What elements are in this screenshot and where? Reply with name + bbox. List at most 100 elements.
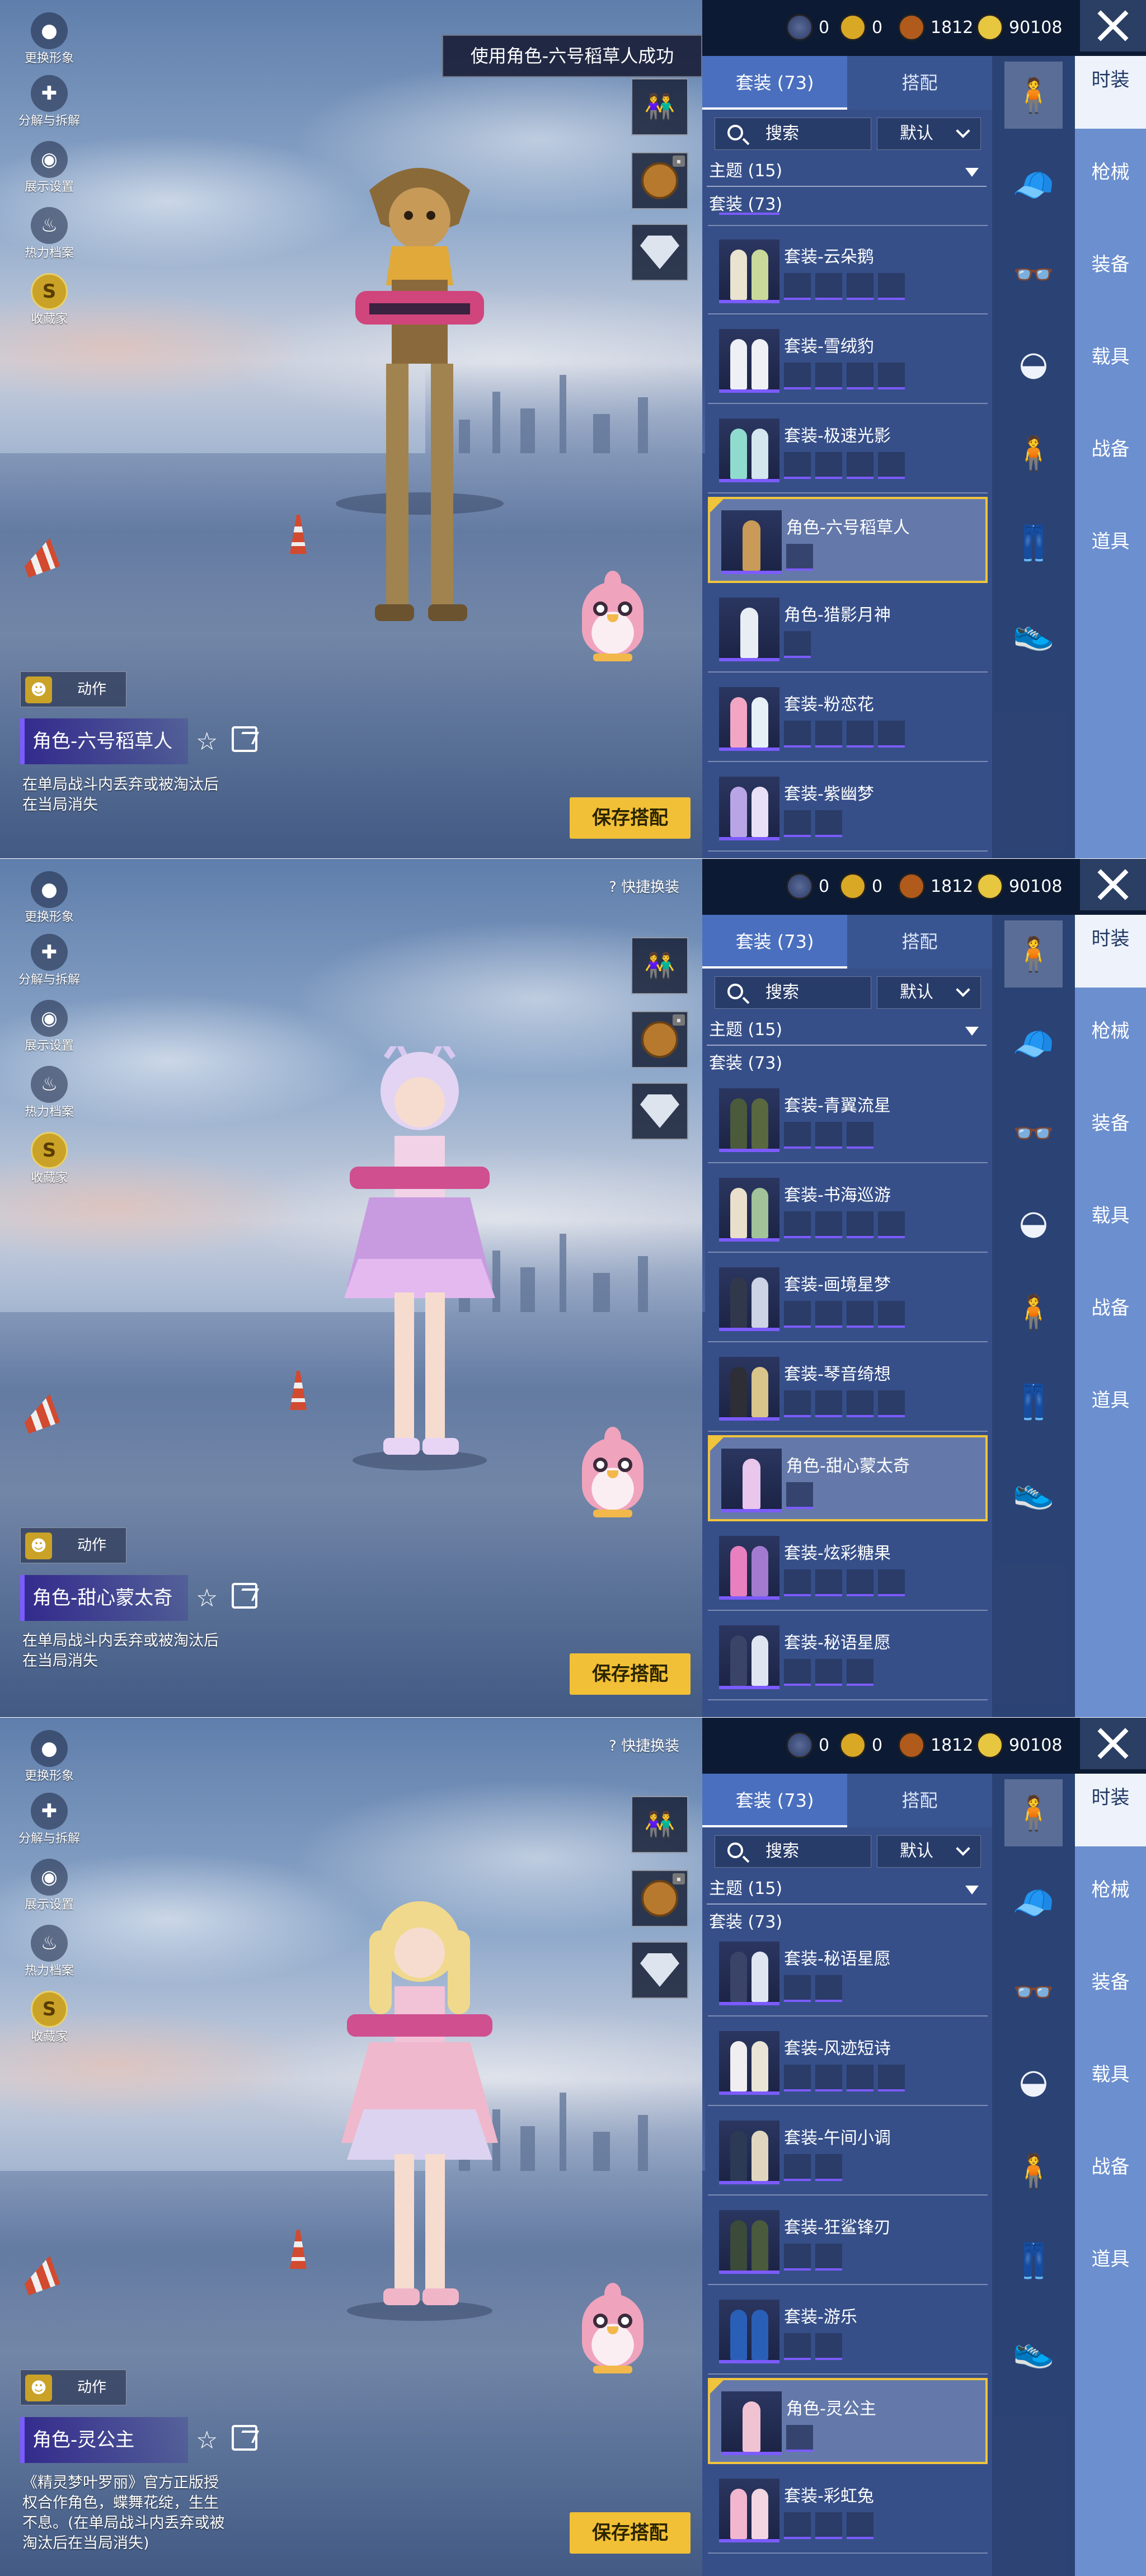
shoes-category-icon[interactable]: 👟 <box>1004 2316 1063 2384</box>
coin-slot-button[interactable]: ▪ <box>631 152 688 209</box>
change-appearance-button[interactable]: ● 更换形象 <box>16 12 83 66</box>
tab-vehicles[interactable]: 载具 <box>1075 1192 1146 1265</box>
change-appearance-button[interactable]: ● 更换形象 <box>16 1730 83 1784</box>
tab-guns[interactable]: 枪械 <box>1075 1866 1146 1939</box>
tab-guns[interactable]: 枪械 <box>1075 1007 1146 1080</box>
shoes-category-icon[interactable]: 👟 <box>1004 1458 1063 1525</box>
outfit-category-icon[interactable]: 🧍 <box>1004 62 1063 129</box>
coin-slot-button[interactable]: ▪ <box>631 1011 688 1068</box>
list-item[interactable] <box>708 213 988 226</box>
hat-category-icon[interactable]: 🧢 <box>1004 151 1063 218</box>
list-item[interactable]: 套装-狂鲨锋刃 <box>708 2199 988 2285</box>
list-item[interactable]: 套装-游乐 <box>708 2288 988 2375</box>
list-item[interactable]: 套装-粉恋花 <box>708 676 988 762</box>
tab-supplies[interactable]: 战备 <box>1075 1284 1146 1357</box>
close-button[interactable] <box>1080 1718 1146 1769</box>
tab-suits[interactable]: 套装 (73) <box>702 56 847 110</box>
tab-fashion[interactable]: 时装 <box>1075 915 1146 988</box>
gem-slot-button[interactable] <box>631 224 688 281</box>
list-item[interactable]: 套装-青翼流星 <box>708 1077 988 1163</box>
quick-swap-button[interactable]: ? 快捷换装 <box>609 1734 679 1755</box>
tab-props[interactable]: 道具 <box>1075 518 1146 590</box>
list-item[interactable]: 套装-画境星梦 <box>708 1256 988 1342</box>
action-button[interactable]: ☻ 动作 <box>20 1527 126 1563</box>
outfit-preview-button[interactable]: 👫 <box>631 937 688 994</box>
outfit-preview-button[interactable]: 👫 <box>631 78 688 135</box>
sort-dropdown[interactable]: 默认 <box>877 976 981 1009</box>
tab-fashion[interactable]: 时装 <box>1075 1774 1146 1846</box>
list-item-selected[interactable]: 角色-甜心蒙太奇 <box>708 1435 988 1521</box>
collector-button[interactable]: S 收藏家 <box>16 1132 83 1186</box>
shoes-category-icon[interactable]: 👟 <box>1004 599 1063 666</box>
display-settings-button[interactable]: ◉ 展示设置 <box>16 141 83 195</box>
mask-category-icon[interactable]: ◒ <box>1004 1189 1063 1256</box>
body-category-icon[interactable]: 🧍 <box>1004 1278 1063 1346</box>
share-icon[interactable] <box>232 726 257 752</box>
save-outfit-button[interactable]: 保存搭配 <box>570 797 691 839</box>
change-appearance-button[interactable]: ● 更换形象 <box>16 871 83 925</box>
list-item[interactable]: 套装-午间小调 <box>708 2109 988 2196</box>
topic-filter[interactable]: 主题 (15) <box>707 1873 987 1905</box>
outfit-preview-button[interactable]: 👫 <box>631 1796 688 1853</box>
glasses-category-icon[interactable]: 👓 <box>1004 1958 1063 2025</box>
tab-suits[interactable]: 套装 (73) <box>702 1774 847 1827</box>
mask-category-icon[interactable]: ◒ <box>1004 2048 1063 2115</box>
decompose-button[interactable]: ✚ 分解与拆解 <box>16 75 83 129</box>
outfit-category-icon[interactable]: 🧍 <box>1004 1779 1063 1846</box>
topic-filter[interactable]: 主题 (15) <box>707 1014 987 1046</box>
gem-slot-button[interactable] <box>631 1942 688 1999</box>
tab-match[interactable]: 搭配 <box>847 1774 992 1827</box>
search-input[interactable]: 搜索 <box>715 976 871 1009</box>
tab-gear[interactable]: 装备 <box>1075 1958 1146 2031</box>
heat-archive-button[interactable]: ♨ 热力档案 <box>16 1066 83 1120</box>
heat-archive-button[interactable]: ♨ 热力档案 <box>16 207 83 261</box>
list-item[interactable]: 套装-秘语星愿 <box>708 1930 988 2016</box>
share-icon[interactable] <box>232 2425 257 2451</box>
glasses-category-icon[interactable]: 👓 <box>1004 241 1063 308</box>
sort-dropdown[interactable]: 默认 <box>877 117 981 150</box>
list-item[interactable]: 角色-猎影月神 <box>708 586 988 673</box>
favorite-star-icon[interactable]: ☆ <box>196 1584 218 1613</box>
tab-gear[interactable]: 装备 <box>1075 241 1146 313</box>
pants-category-icon[interactable]: 👖 <box>1004 1368 1063 1435</box>
topic-filter[interactable]: 主题 (15) <box>707 156 987 187</box>
display-settings-button[interactable]: ◉ 展示设置 <box>16 1859 83 1912</box>
action-button[interactable]: ☻ 动作 <box>20 2370 126 2405</box>
hat-category-icon[interactable]: 🧢 <box>1004 1869 1063 1936</box>
tab-match[interactable]: 搭配 <box>847 915 992 969</box>
list-item[interactable]: 套装-风迹短诗 <box>708 2020 988 2106</box>
tab-supplies[interactable]: 战备 <box>1075 425 1146 498</box>
list-item[interactable]: 套装-雪绒豹 <box>708 318 988 404</box>
gem-slot-button[interactable] <box>631 1083 688 1140</box>
coin-slot-button[interactable]: ▪ <box>631 1870 688 1927</box>
list-item[interactable]: 套装-彩虹兔 <box>708 2467 988 2554</box>
favorite-star-icon[interactable]: ☆ <box>196 2426 218 2455</box>
favorite-star-icon[interactable]: ☆ <box>196 727 218 756</box>
tab-props[interactable]: 道具 <box>1075 1376 1146 1449</box>
outfit-category-icon[interactable]: 🧍 <box>1004 920 1063 988</box>
search-input[interactable]: 搜索 <box>715 117 871 150</box>
list-item[interactable]: 套装-秘语星愿 <box>708 1614 988 1700</box>
tab-suits[interactable]: 套装 (73) <box>702 915 847 969</box>
decompose-button[interactable]: ✚ 分解与拆解 <box>16 934 83 988</box>
close-button[interactable] <box>1080 859 1146 910</box>
list-item[interactable]: 套装-琴音绮想 <box>708 1346 988 1432</box>
list-item[interactable]: 套装-炫彩糖果 <box>708 1525 988 1611</box>
tab-supplies[interactable]: 战备 <box>1075 2143 1146 2216</box>
pants-category-icon[interactable]: 👖 <box>1004 509 1063 576</box>
tab-fashion[interactable]: 时装 <box>1075 56 1146 129</box>
list-item-selected[interactable]: 角色-灵公主 <box>708 2378 988 2464</box>
share-icon[interactable] <box>232 1583 257 1609</box>
list-item[interactable]: 套装-书海巡游 <box>708 1167 988 1253</box>
display-settings-button[interactable]: ◉ 展示设置 <box>16 1000 83 1054</box>
tab-guns[interactable]: 枪械 <box>1075 148 1146 221</box>
tab-match[interactable]: 搭配 <box>847 56 992 110</box>
hat-category-icon[interactable]: 🧢 <box>1004 1010 1063 1077</box>
glasses-category-icon[interactable]: 👓 <box>1004 1099 1063 1167</box>
sort-dropdown[interactable]: 默认 <box>877 1835 981 1868</box>
body-category-icon[interactable]: 🧍 <box>1004 2137 1063 2204</box>
collector-button[interactable]: S 收藏家 <box>16 273 83 327</box>
decompose-button[interactable]: ✚ 分解与拆解 <box>16 1793 83 1846</box>
save-outfit-button[interactable]: 保存搭配 <box>570 1653 691 1695</box>
collector-button[interactable]: S 收藏家 <box>16 1991 83 2044</box>
